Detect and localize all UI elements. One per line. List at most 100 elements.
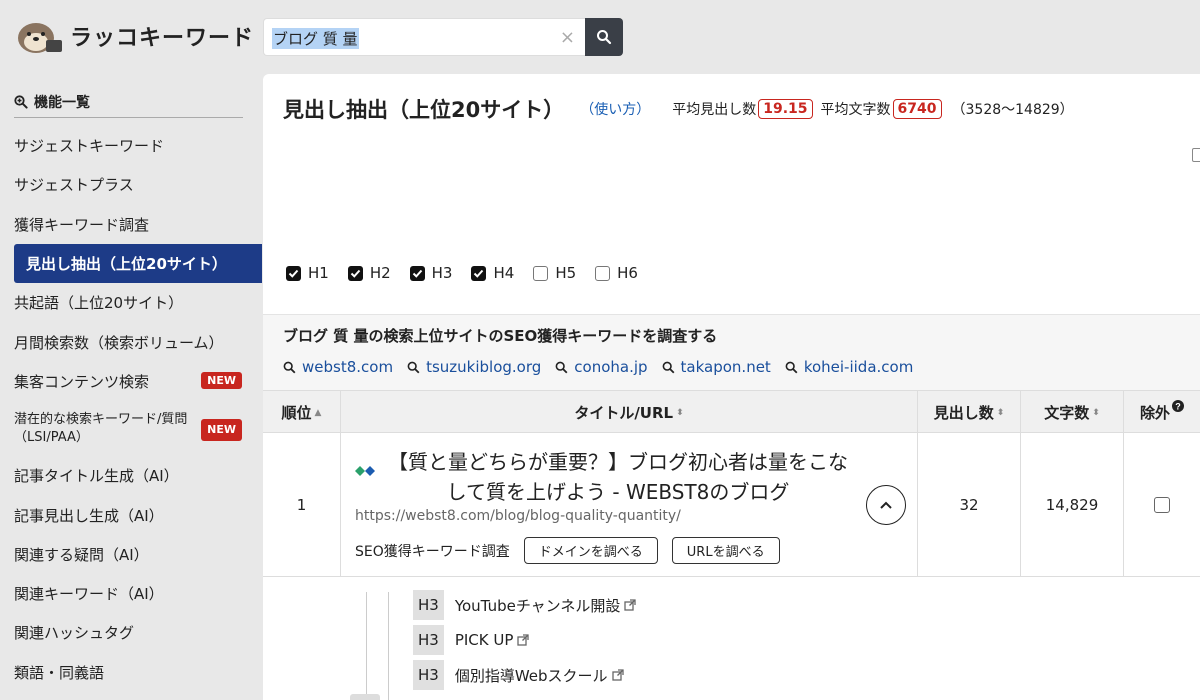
filter-h2[interactable]: H2 xyxy=(347,264,391,282)
checkbox-checked-icon[interactable] xyxy=(347,265,363,281)
sidebar-item-heading-gen[interactable]: 記事見出し生成（AI） xyxy=(14,495,262,534)
heading-filters: H1 H2 H3 H4 H5 H6 xyxy=(286,264,657,282)
sort-icon: ⬍ xyxy=(1092,407,1100,418)
sidebar-item-heading-extract[interactable]: 見出し抽出（上位20サイト） xyxy=(14,243,262,284)
results-table-header: 順位 ▲ タイトル/URL ⬍ 見出し数 ⬍ 文字数 ⬍ 除外 ? xyxy=(263,390,1200,434)
seo-research-label: SEO獲得キーワード調査 xyxy=(355,543,510,560)
column-exclude: 除外 ? xyxy=(1123,391,1200,434)
domain-link[interactable]: webst8.com xyxy=(283,358,393,376)
domain-link-label: takapon.net xyxy=(680,358,771,376)
checkbox-unchecked-icon[interactable] xyxy=(533,265,549,281)
seo-research-row: SEO獲得キーワード調査 ドメインを調べる URLを調べる xyxy=(355,537,780,564)
option-checkbox[interactable] xyxy=(1192,148,1200,162)
title-row: 見出し抽出（上位20サイト） （使い方） 平均見出し数 19.15 平均文字数 … xyxy=(283,94,1074,124)
search-icon xyxy=(662,361,674,373)
filter-h1[interactable]: H1 xyxy=(286,264,329,282)
filter-h3[interactable]: H3 xyxy=(409,264,453,282)
checkbox-checked-icon[interactable] xyxy=(286,265,301,281)
exclude-checkbox[interactable] xyxy=(1154,497,1170,513)
sidebar-item-label: 潜在的な検索キーワード/質問（LSI/PAA） xyxy=(14,411,188,445)
table-row: 1 【質と量どちらが重要？】ブログ初心者は量をこなして質を上げよう - WEBS… xyxy=(263,433,1200,577)
rank-cell: 1 xyxy=(263,433,340,577)
chevron-up-icon xyxy=(880,501,892,509)
sidebar-item-label: 記事見出し生成（AI） xyxy=(14,506,164,525)
filter-label: H6 xyxy=(617,264,638,282)
filter-label: H3 xyxy=(431,264,453,282)
checkbox-checked-icon[interactable] xyxy=(409,265,425,281)
sidebar-item-title-gen[interactable]: 記事タイトル生成（AI） xyxy=(14,456,262,495)
heading-level-tag: H3 xyxy=(413,590,444,620)
feature-list-title: 機能一覧 xyxy=(34,94,90,111)
help-link[interactable]: （使い方） xyxy=(580,99,650,119)
sort-icon: ⬍ xyxy=(996,407,1005,418)
result-title-link[interactable]: 【質と量どちらが重要？】ブログ初心者は量をこなして質を上げよう - WEBST8… xyxy=(383,447,853,507)
sidebar-item-hashtags[interactable]: 関連ハッシュタグ xyxy=(14,613,262,652)
heading-item: H3 個別指導Webスクール xyxy=(413,660,624,690)
filter-label: H4 xyxy=(493,264,515,282)
column-label: 除外 xyxy=(1139,404,1170,422)
external-link-icon[interactable] xyxy=(624,599,637,611)
title-url-cell: 【質と量どちらが重要？】ブログ初心者は量をこなして質を上げよう - WEBST8… xyxy=(340,433,917,577)
heading-text: YouTubeチャンネル開設 xyxy=(454,596,621,615)
external-link-icon[interactable] xyxy=(611,669,624,681)
column-title-url[interactable]: タイトル/URL ⬍ xyxy=(340,391,917,434)
new-badge: NEW xyxy=(201,419,242,442)
sidebar-item-lsi-paa[interactable]: 潜在的な検索キーワード/質問（LSI/PAA） NEW xyxy=(14,401,262,456)
tree-line xyxy=(366,592,367,700)
domain-link[interactable]: conoha.jp xyxy=(555,358,648,376)
column-chars[interactable]: 文字数 ⬍ xyxy=(1020,391,1123,434)
domain-research-button[interactable]: ドメインを調べる xyxy=(523,537,658,564)
url-research-button[interactable]: URLを調べる xyxy=(671,537,780,564)
filter-h4[interactable]: H4 xyxy=(471,264,514,282)
domain-link[interactable]: tsuzukiblog.org xyxy=(407,358,541,376)
domain-link[interactable]: takapon.net xyxy=(662,358,771,376)
search-input[interactable]: ブログ 質 量 × xyxy=(263,18,585,56)
heading-text: 個別指導Webスクール xyxy=(454,666,608,685)
checkbox-checked-icon[interactable] xyxy=(471,265,487,281)
sidebar-item-suggest[interactable]: サジェストキーワード xyxy=(14,126,262,165)
rank-value: 1 xyxy=(296,496,307,514)
heading-item: H3 YouTubeチャンネル開設 xyxy=(413,590,637,620)
clear-icon[interactable]: × xyxy=(560,27,575,48)
sidebar-item-related-keywords[interactable]: 関連キーワード（AI） xyxy=(14,574,262,613)
sidebar-item-suggest-plus[interactable]: サジェストプラス xyxy=(14,165,262,204)
collapse-button[interactable] xyxy=(866,485,906,525)
search-icon xyxy=(407,361,420,373)
svg-text:?: ? xyxy=(1175,401,1181,411)
column-rank[interactable]: 順位 ▲ xyxy=(263,391,340,434)
search-icon xyxy=(597,30,612,45)
sidebar-item-content-search[interactable]: 集客コンテンツ検索 NEW xyxy=(14,362,262,401)
new-badge: NEW xyxy=(201,371,242,389)
sidebar-item-synonyms[interactable]: 類語・同義語 xyxy=(14,653,262,692)
filter-h5[interactable]: H5 xyxy=(533,264,576,282)
sidebar-item-label: 関連ハッシュタグ xyxy=(14,624,135,643)
avg-chars-label: 平均文字数 xyxy=(820,102,891,118)
sidebar-item-search-volume[interactable]: 月間検索数（検索ボリューム） xyxy=(14,322,262,361)
search-input-value[interactable]: ブログ 質 量 xyxy=(272,28,359,49)
sidebar-item-label: サジェストキーワード xyxy=(14,137,165,156)
domain-link-label: kohei-iida.com xyxy=(803,358,914,376)
column-label: タイトル/URL xyxy=(574,404,674,422)
sidebar-item-label: 獲得キーワード調査 xyxy=(14,215,150,234)
heading-level-tag: H3 xyxy=(413,625,444,655)
column-headings[interactable]: 見出し数 ⬍ xyxy=(917,391,1020,434)
heading-text: PICK UP xyxy=(454,631,514,649)
column-label: 文字数 xyxy=(1044,404,1090,422)
sidebar-item-label: 関連キーワード（AI） xyxy=(14,585,164,604)
help-icon[interactable]: ? xyxy=(1172,399,1184,412)
sidebar-item-label: 月間検索数（検索ボリューム） xyxy=(14,333,224,352)
headings-count-cell: 32 xyxy=(917,433,1020,577)
external-link-icon[interactable] xyxy=(517,634,530,646)
partial-tag xyxy=(350,694,380,700)
page-title: 見出し抽出（上位20サイト） xyxy=(283,98,565,122)
filter-label: H2 xyxy=(369,264,391,282)
filter-h6[interactable]: H6 xyxy=(595,264,638,282)
search-button[interactable] xyxy=(585,18,623,56)
sidebar-item-related-questions[interactable]: 関連する疑問（AI） xyxy=(14,535,262,574)
sidebar-item-cooccurrence[interactable]: 共起語（上位20サイト） xyxy=(14,283,262,322)
domain-link[interactable]: kohei-iida.com xyxy=(785,358,914,376)
checkbox-unchecked-icon[interactable] xyxy=(595,265,611,281)
sidebar-item-acquired-keywords[interactable]: 獲得キーワード調査 xyxy=(14,205,262,244)
logo[interactable]: ラッコキーワード xyxy=(14,16,254,56)
sidebar: 機能一覧 サジェストキーワード サジェストプラス 獲得キーワード調査 見出し抽出… xyxy=(0,74,262,700)
